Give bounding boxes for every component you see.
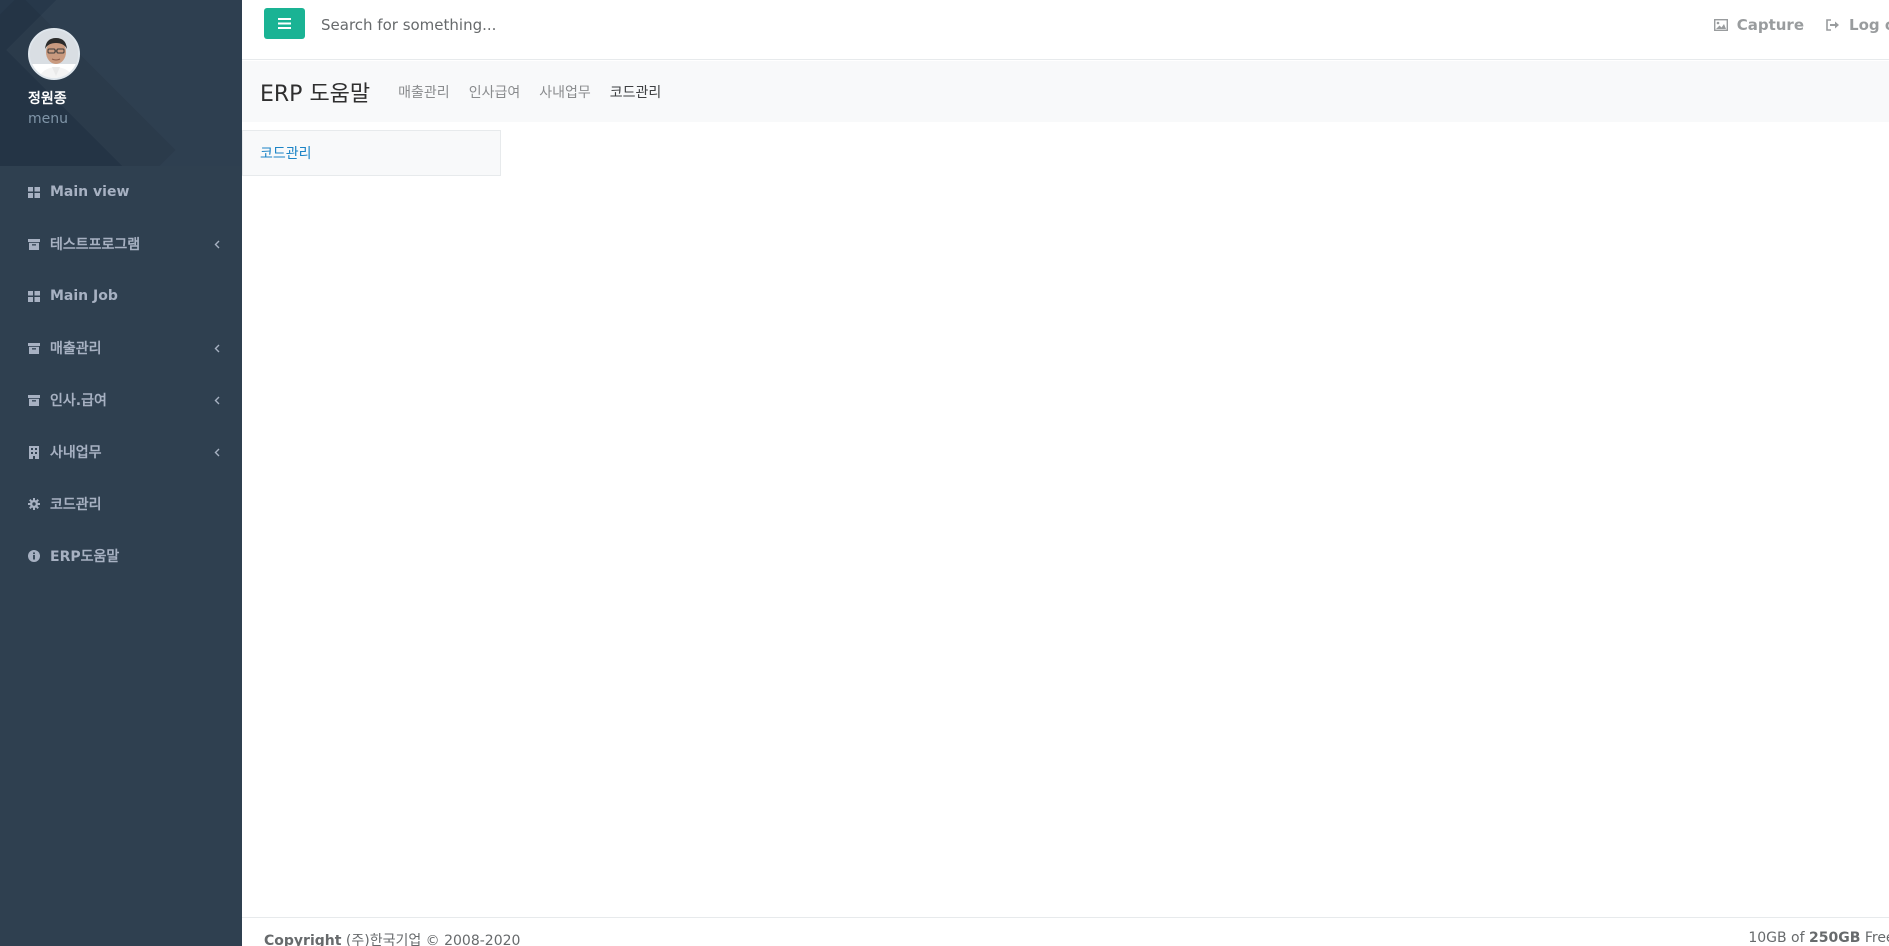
capture-link[interactable]: Capture — [1713, 16, 1805, 34]
sidebar-item-label: 매출관리 — [50, 341, 102, 357]
sidebar-item-label: 테스트프로그램 — [50, 237, 141, 253]
sidebar-item-main-view[interactable]: Main view — [0, 166, 242, 218]
chevron-left-icon — [212, 238, 222, 250]
sidebar-item-test-program[interactable]: 테스트프로그램 — [0, 218, 242, 270]
page-title: ERP 도움말 — [260, 81, 371, 107]
logout-link[interactable]: Log out — [1826, 16, 1889, 34]
hamburger-icon — [278, 18, 291, 29]
info-icon — [27, 549, 41, 563]
breadcrumb-sales[interactable]: 매출관리 — [398, 82, 450, 102]
image-icon — [1713, 18, 1728, 32]
menu-toggle-button[interactable] — [264, 8, 305, 39]
chevron-left-icon — [212, 394, 222, 406]
gear-icon — [27, 497, 41, 511]
sidebar-item-erp-help[interactable]: ERP도움말 — [0, 530, 242, 582]
sidebar-item-label: Main Job — [50, 288, 118, 304]
top-navbar: Capture Log out — [242, 0, 1889, 60]
search-input[interactable] — [321, 10, 921, 40]
sidebar-menu: Main view 테스트프로그램 Main Job 매출관리 인사.급여 사내… — [0, 166, 242, 582]
storage-total: 250GB — [1809, 930, 1861, 946]
archive-icon — [27, 393, 41, 407]
help-topic-link[interactable]: 코드관리 — [260, 143, 312, 163]
storage-of: of — [1786, 930, 1809, 946]
sign-out-icon — [1826, 18, 1840, 32]
copyright-text: (주)한국기업 © 2008-2020 — [341, 933, 521, 946]
sidebar-item-internal-work[interactable]: 사내업무 — [0, 426, 242, 478]
dashboard-icon — [27, 185, 41, 199]
sidebar-item-hr-payroll[interactable]: 인사.급여 — [0, 374, 242, 426]
sidebar-item-main-job[interactable]: Main Job — [0, 270, 242, 322]
chevron-left-icon — [212, 446, 222, 458]
chevron-left-icon — [212, 342, 222, 354]
storage-used: 10GB — [1748, 930, 1787, 946]
storage-suffix: Free. — [1864, 930, 1889, 946]
storage-info: 10GB of 250GB Free. — [1748, 930, 1889, 946]
breadcrumb-hr-payroll[interactable]: 인사급여 — [469, 82, 521, 102]
sidebar-item-sales[interactable]: 매출관리 — [0, 322, 242, 374]
top-right-links: Capture Log out — [1713, 0, 1889, 50]
breadcrumb-code-management[interactable]: 코드관리 — [610, 82, 662, 102]
profile-role[interactable]: menu — [28, 111, 242, 127]
archive-icon — [27, 341, 41, 355]
sidebar-item-code-management[interactable]: 코드관리 — [0, 478, 242, 530]
sidebar: 정원종 menu Main view 테스트프로그램 Main Job 매출관리… — [0, 0, 242, 946]
sidebar-item-label: 사내업무 — [50, 445, 102, 461]
sidebar-item-label: Main view — [50, 184, 130, 200]
help-topic-item: 코드관리 — [242, 130, 501, 176]
breadcrumb-internal-work[interactable]: 사내업무 — [539, 82, 591, 102]
avatar[interactable] — [28, 28, 80, 80]
profile-header: 정원종 menu — [0, 0, 242, 166]
archive-icon — [27, 237, 41, 251]
logout-label: Log out — [1849, 16, 1889, 34]
footer: Copyright (주)한국기업 © 2008-2020 10GB of 25… — [242, 917, 1889, 946]
sidebar-item-label: 코드관리 — [50, 497, 102, 513]
page-heading: ERP 도움말 매출관리 인사급여 사내업무 코드관리 — [242, 61, 1889, 122]
capture-label: Capture — [1736, 16, 1805, 34]
dashboard-icon — [27, 289, 41, 303]
copyright-label: Copyright — [264, 933, 342, 946]
profile-name[interactable]: 정원종 — [28, 88, 242, 108]
sidebar-item-label: ERP도움말 — [50, 549, 120, 565]
sidebar-item-label: 인사.급여 — [50, 393, 107, 409]
copyright: Copyright (주)한국기업 © 2008-2020 — [264, 930, 520, 946]
building-icon — [27, 445, 41, 459]
